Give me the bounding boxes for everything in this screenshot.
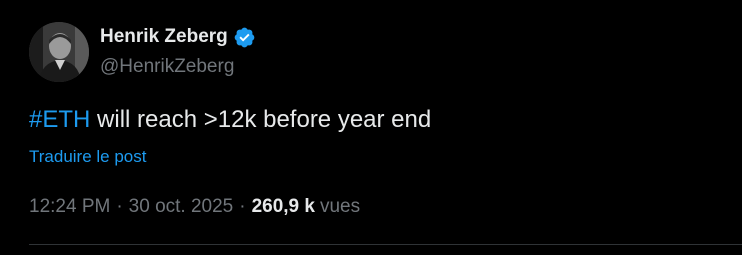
post-date[interactable]: 30 oct. 2025	[129, 196, 234, 218]
divider	[29, 244, 742, 245]
translate-post-link[interactable]: Traduire le post	[29, 147, 146, 167]
verified-badge-icon[interactable]	[233, 26, 256, 49]
post-text: #ETH will reach >12k before year end	[29, 105, 431, 135]
author-display-name[interactable]: Henrik Zeberg	[100, 26, 228, 48]
post-time[interactable]: 12:24 PM	[29, 196, 110, 218]
meta-separator: ·	[116, 196, 123, 217]
tweet: Henrik Zeberg @HenrikZeberg #ETH will re…	[0, 0, 742, 255]
meta-separator: ·	[239, 196, 246, 217]
views-count: 260,9 k	[251, 196, 315, 217]
post-meta: 12:24 PM · 30 oct. 2025 · 260,9 k vues	[29, 196, 360, 218]
views-label: vues	[319, 196, 361, 217]
author-handle[interactable]: @HenrikZeberg	[100, 56, 234, 78]
author-name-row: Henrik Zeberg	[100, 25, 256, 49]
post-body-text: will reach >12k before year end	[90, 106, 432, 133]
avatar-photo	[29, 22, 89, 82]
hashtag-link[interactable]: #ETH	[29, 106, 90, 133]
avatar[interactable]	[29, 22, 89, 82]
